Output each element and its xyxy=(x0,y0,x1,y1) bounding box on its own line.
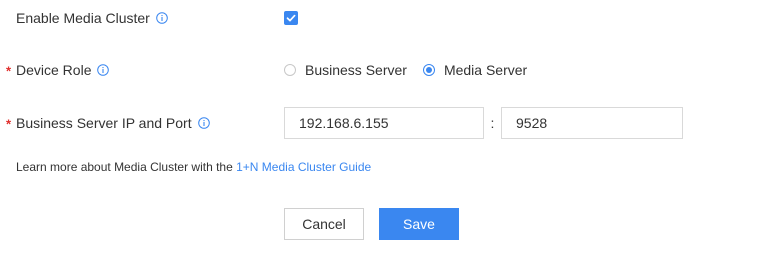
radio-media-server[interactable]: Media Server xyxy=(422,62,528,78)
radio-media-server-label: Media Server xyxy=(443,62,528,78)
media-cluster-guide-link[interactable]: 1+N Media Cluster Guide xyxy=(236,160,371,174)
learn-more-text: Learn more about Media Cluster with the … xyxy=(16,160,371,174)
enable-cluster-row: Enable Media Cluster xyxy=(0,2,770,34)
save-button[interactable]: Save xyxy=(379,208,459,240)
radio-media-server-circle[interactable] xyxy=(422,64,435,76)
cancel-button[interactable]: Cancel xyxy=(284,208,364,240)
enable-cluster-label-group: Enable Media Cluster xyxy=(16,10,168,26)
server-ip-port-control: : xyxy=(284,107,683,139)
ip-port-separator: : xyxy=(490,115,495,131)
ip-address-input[interactable] xyxy=(284,107,484,139)
required-mark: * xyxy=(6,63,12,79)
server-ip-port-label: Business Server IP and Port xyxy=(16,115,192,131)
media-cluster-form: Enable Media Cluster * Device Role Busin… xyxy=(0,0,770,263)
info-icon[interactable] xyxy=(197,117,210,129)
enable-cluster-checkbox[interactable] xyxy=(284,11,298,25)
device-role-label: Device Role xyxy=(16,62,92,78)
radio-business-server[interactable]: Business Server xyxy=(284,62,407,78)
info-icon[interactable] xyxy=(97,64,110,76)
device-role-control: Business Server Media Server xyxy=(284,62,543,78)
learn-more-prefix: Learn more about Media Cluster with the xyxy=(16,160,237,174)
enable-cluster-control xyxy=(284,11,298,25)
required-mark: * xyxy=(6,116,12,132)
port-input[interactable] xyxy=(501,107,683,139)
server-ip-port-row: * Business Server IP and Port : xyxy=(0,107,770,139)
checkmark-icon xyxy=(286,14,296,22)
enable-cluster-label: Enable Media Cluster xyxy=(16,10,150,26)
radio-business-server-circle[interactable] xyxy=(284,64,296,76)
info-icon[interactable] xyxy=(156,12,168,24)
radio-business-server-label: Business Server xyxy=(305,62,407,78)
device-role-label-group: Device Role xyxy=(16,62,110,78)
device-role-row: * Device Role Business Server Media Serv… xyxy=(0,54,770,86)
server-ip-port-label-group: Business Server IP and Port xyxy=(16,115,210,131)
